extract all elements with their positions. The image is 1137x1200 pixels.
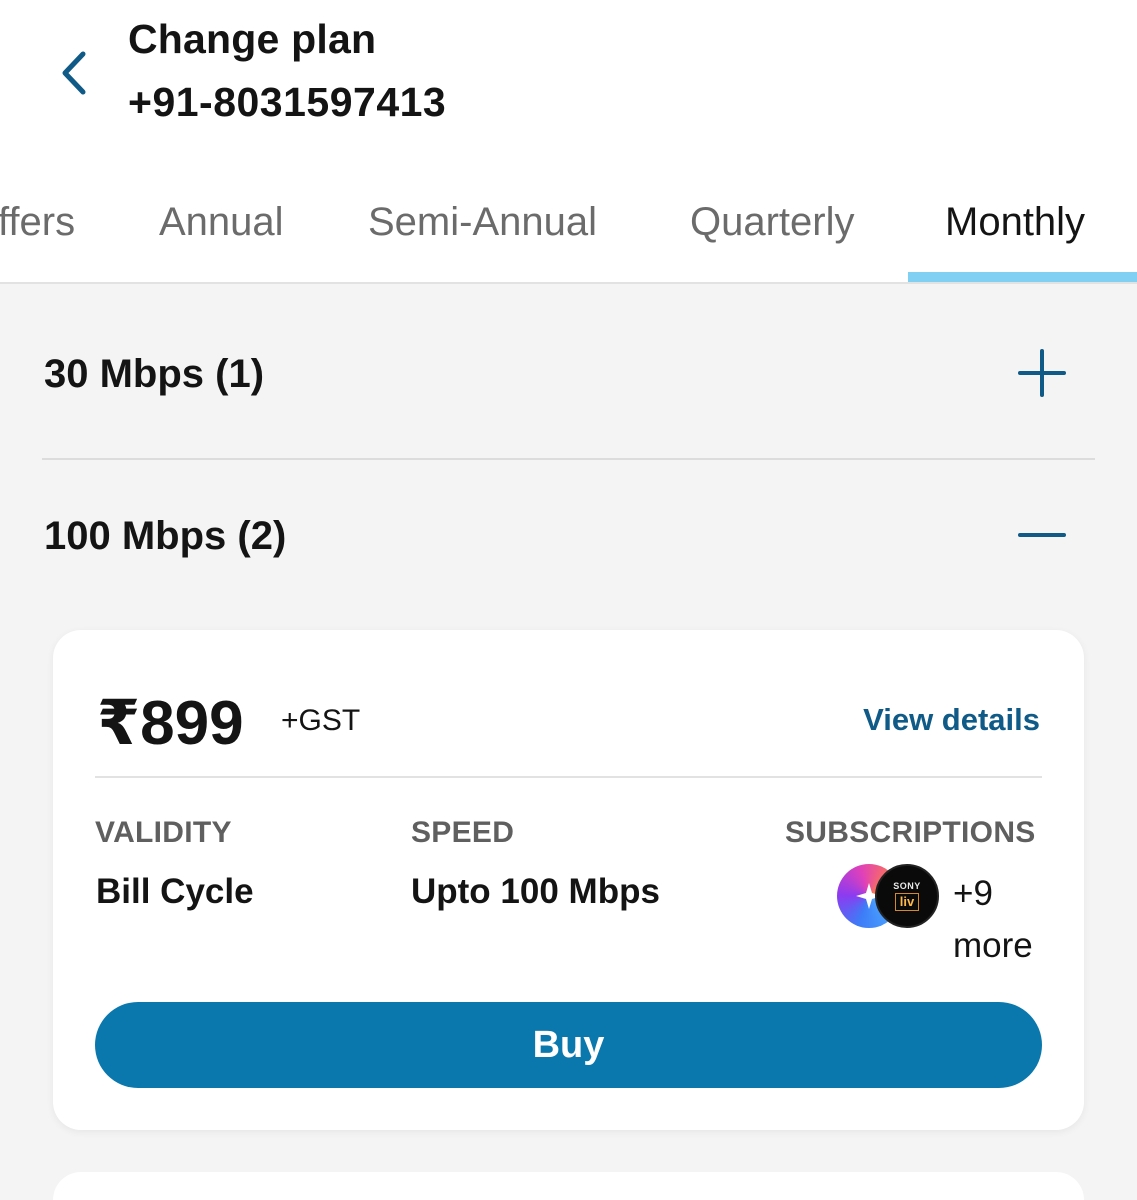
page-title: Change plan	[128, 16, 377, 62]
section-100-mbps[interactable]: 100 Mbps (2)	[42, 500, 1095, 570]
active-tab-indicator	[908, 272, 1137, 282]
tab-quarterly[interactable]: Quarterly	[690, 200, 855, 245]
tab-monthly[interactable]: Monthly	[945, 200, 1085, 245]
more-subscriptions-text: more	[953, 926, 1033, 965]
tab-offers[interactable]: ffers	[0, 200, 75, 245]
section-30-mbps[interactable]: 30 Mbps (1)	[42, 340, 1095, 410]
subscriptions-label: SUBSCRIPTIONS	[785, 816, 1036, 849]
header: Change plan +91-8031597413	[0, 0, 1137, 150]
plus-icon	[1018, 349, 1066, 397]
section-label: 30 Mbps (1)	[44, 352, 265, 396]
view-details-link[interactable]: View details	[863, 702, 1040, 738]
buy-button[interactable]: Buy	[95, 1002, 1042, 1088]
plan-card: ₹899 +GST View details VALIDITY Bill Cyc…	[53, 630, 1084, 1130]
liv-logo-text: liv	[894, 893, 920, 911]
section-divider	[42, 458, 1095, 460]
plan-tabs: ffers Annual Semi-Annual Quarterly Month…	[0, 150, 1137, 284]
minus-icon	[1018, 533, 1066, 537]
section-label: 100 Mbps (2)	[44, 514, 287, 558]
card-divider	[95, 776, 1042, 778]
tab-annual[interactable]: Annual	[159, 200, 284, 245]
sony-logo-text: SONY	[893, 881, 921, 891]
plan-card-next	[53, 1172, 1084, 1200]
plan-price: ₹899	[97, 689, 244, 758]
speed-value: Upto 100 Mbps	[411, 872, 660, 911]
sonyliv-icon: SONY liv	[875, 864, 939, 928]
tax-note: +GST	[281, 704, 361, 737]
chevron-left-icon	[62, 51, 86, 95]
speed-label: SPEED	[411, 816, 515, 849]
tab-semi-annual[interactable]: Semi-Annual	[368, 200, 597, 245]
back-button[interactable]	[40, 40, 106, 106]
expand-button[interactable]	[1017, 348, 1067, 398]
validity-value: Bill Cycle	[96, 872, 254, 911]
more-subscriptions-count: +9	[953, 874, 993, 913]
phone-number: +91-8031597413	[128, 79, 447, 125]
subscription-icons: SONY liv	[837, 864, 939, 928]
collapse-button[interactable]	[1017, 510, 1067, 560]
validity-label: VALIDITY	[95, 816, 232, 849]
